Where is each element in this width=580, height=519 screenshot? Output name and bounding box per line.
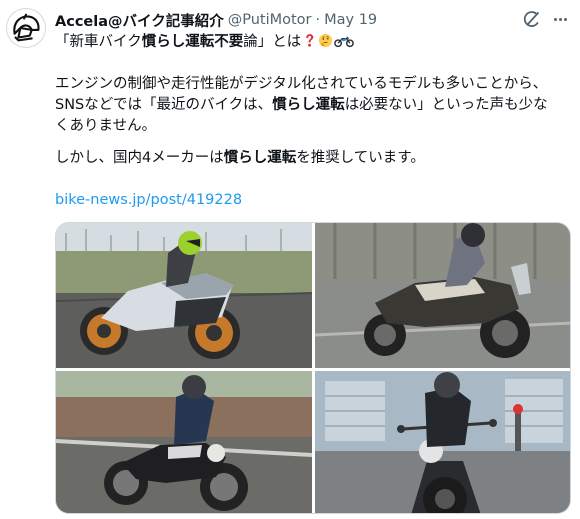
text-line-1: 「新車バイク慣らし運転不要論」とは <box>55 32 570 53</box>
photo-adventure-bike[interactable] <box>315 223 570 368</box>
tweet-paragraph-2: しかし、国内4メーカーは慣らし運転を推奨しています。 <box>55 148 570 169</box>
paragraph-1-line-3: くありません。 <box>55 118 157 134</box>
author-avatar[interactable] <box>6 8 46 48</box>
motorcycle-helmet-logo-icon <box>13 13 40 42</box>
paragraph-1-line-2-pre: SNSなどでは「最近のバイクは、 <box>55 97 273 113</box>
paragraph-2-line-1: しかし、国内4メーカーは慣らし運転を推奨しています。 <box>55 148 570 169</box>
motorcycle-icon <box>334 36 355 48</box>
text-line-1-pre: 「新車バイク <box>55 34 142 50</box>
author-name[interactable]: Accela@バイク記事紹介 <box>55 10 224 31</box>
red-question-mark-icon <box>306 34 314 47</box>
paragraph-1-line-1: エンジンの制御や走行性能がデジタル化されているモデルも多いことから、 <box>55 76 548 92</box>
text-line-1-bold: 慣らし運転不要 <box>141 34 244 50</box>
paragraph-1-line-2-bold: 慣らし運転 <box>272 97 345 113</box>
paragraph-2-pre: しかし、国内4メーカーは <box>55 150 224 166</box>
thinking-face-icon <box>319 33 333 48</box>
header-separator: · <box>315 12 321 28</box>
grok-icon[interactable] <box>522 9 542 29</box>
tweet-link-line: bike-news.jp/post/419228 <box>55 190 570 211</box>
article-link[interactable]: bike-news.jp/post/419228 <box>55 192 242 208</box>
tweet-header: Accela@バイク記事紹介 @PutiMotor · May 19 <box>55 10 570 30</box>
media-grid <box>55 222 571 514</box>
paragraph-2-bold: 慣らし運転 <box>223 150 297 166</box>
photo-sport-bike[interactable] <box>56 223 312 368</box>
paragraph-2-post: を推奨しています。 <box>296 150 425 166</box>
paragraph-1-line-2: SNSなどでは「最近のバイクは、慣らし運転は必要ない」といった声も少な <box>55 95 570 116</box>
post-date[interactable]: May 19 <box>324 12 377 28</box>
more-dots-icon[interactable] <box>550 9 570 29</box>
tweet-paragraph-1: エンジンの制御や走行性能がデジタル化されているモデルも多いことから、 SNSなど… <box>55 74 570 137</box>
text-line-1-post: 論」とは <box>243 34 302 50</box>
paragraph-1-line-2-post: は必要ない」といった声も少な <box>344 97 548 113</box>
photo-roadster-bike[interactable] <box>315 371 570 513</box>
author-handle[interactable]: @PutiMotor <box>228 12 312 28</box>
tweet-text: 「新車バイク慣らし運転不要論」とは <box>55 32 570 53</box>
photo-classic-bike[interactable] <box>56 371 312 513</box>
